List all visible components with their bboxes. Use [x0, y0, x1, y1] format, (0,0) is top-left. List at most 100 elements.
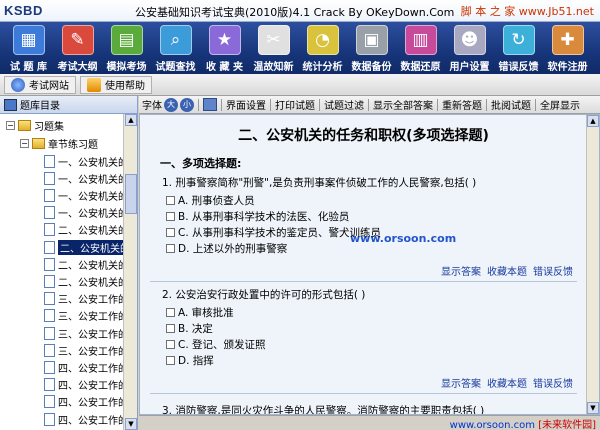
favorite-link[interactable]: 收藏本题 [487, 375, 527, 390]
tree-item-12[interactable]: 三、公安工作的 [44, 341, 128, 359]
tree-item-8[interactable]: 二、公安机关的 [44, 272, 128, 290]
toolbar-button-label: 试 题 库 [10, 62, 47, 73]
option-checkbox[interactable] [166, 228, 175, 237]
tree-item-13[interactable]: 四、公安工作的 [44, 358, 128, 376]
toolbar-button-label: 收 藏 夹 [206, 62, 243, 73]
content-toolbar-button-3[interactable]: 试题过滤 [324, 97, 364, 112]
tree-item-4[interactable]: 一、公安机关的 [44, 204, 128, 222]
toolbar-button-11[interactable]: ↻ 错误反馈 [494, 22, 543, 74]
answer-option[interactable]: C. 从事刑事科学技术的鉴定员、警犬训练员 [166, 225, 381, 240]
toolbar-button-label: 用户设置 [449, 62, 490, 73]
tree-item-9[interactable]: 三、公安工作的 [44, 290, 128, 308]
toolbar-button-5[interactable]: ★ 收 藏 夹 [200, 22, 249, 74]
option-checkbox[interactable] [166, 212, 175, 221]
collapse-icon[interactable]: − [6, 120, 15, 130]
option-checkbox[interactable] [166, 340, 175, 349]
font-label: 字体 [142, 101, 162, 112]
tree-item-1[interactable]: 一、公安机关的 [44, 152, 128, 170]
tree-item-16[interactable]: 四、公安工作的 [44, 410, 128, 428]
folder-icon [18, 119, 31, 131]
tree-item-5[interactable]: 二、公安机关的 [44, 221, 128, 239]
font-smaller-button[interactable]: 小 [180, 97, 194, 112]
collapse-icon[interactable]: − [20, 138, 29, 148]
toolbar-button-7[interactable]: ◔ 统计分析 [298, 22, 347, 74]
tree-item-6[interactable]: 二、公安机关的 [44, 238, 132, 256]
toolbar-button-8[interactable]: ▣ 数据备份 [347, 22, 396, 74]
tree-item-14[interactable]: 四、公安工作的 [44, 376, 128, 394]
scroll-thumb[interactable] [125, 174, 137, 214]
separator [221, 98, 222, 111]
document-icon [44, 257, 55, 271]
tree-item-2[interactable]: 一、公安机关的 [44, 169, 128, 187]
tree-item-label: 三、公安工作的 [58, 329, 128, 341]
toolbar-button-1[interactable]: ▦ 试 题 库 [4, 22, 53, 74]
folder-icon [32, 137, 45, 149]
tree-item-15[interactable]: 四、公安工作的 [44, 393, 128, 411]
answer-option[interactable]: B. 决定 [166, 321, 213, 336]
answer-option[interactable]: D. 指挥 [166, 353, 214, 368]
secondary-bar: 考试网站 使用帮助 [0, 74, 600, 96]
home-icon[interactable] [203, 98, 217, 111]
content-toolbar-button-2[interactable]: 打印试题 [275, 97, 315, 112]
option-checkbox[interactable] [166, 308, 175, 317]
tree-node-chapter[interactable]: − 章节练习题 [20, 134, 98, 152]
toolbar-button-3[interactable]: ▤ 模拟考场 [102, 22, 151, 74]
catalog-icon [4, 98, 17, 111]
report-error-link[interactable]: 错误反馈 [533, 263, 573, 278]
tree-item-label: 四、公安工作的 [58, 381, 128, 393]
tree-node-root[interactable]: − 习题集 [6, 116, 64, 134]
help-button[interactable]: 使用帮助 [80, 75, 152, 94]
option-checkbox[interactable] [166, 196, 175, 205]
font-larger-button[interactable]: 大 [164, 97, 178, 112]
separator [535, 98, 536, 111]
content-toolbar-button-7[interactable]: 全屏显示 [540, 97, 580, 112]
scroll-down-arrow[interactable]: ▼ [125, 418, 137, 430]
tree: − 习题集 − 章节练习题 一、公安机关的 一、公安机关的 一、公安机关的 一、公安机关的 二、… [0, 114, 137, 430]
exam-site-button[interactable]: 考试网站 [4, 75, 76, 94]
tree-item-label: 章节练习题 [48, 139, 98, 151]
separator [368, 98, 369, 111]
content-scroll-down-arrow[interactable]: ▼ [587, 402, 599, 414]
tree-item-label: 一、公安机关的 [58, 209, 128, 221]
show-answer-link[interactable]: 显示答案 [441, 263, 481, 278]
toolbar-button-label: 错误反馈 [498, 62, 539, 73]
scroll-up-arrow[interactable]: ▲ [125, 114, 137, 126]
tree-item-7[interactable]: 二、公安机关的 [44, 255, 128, 273]
option-checkbox[interactable] [166, 324, 175, 333]
toolbar-button-6[interactable]: ✂ 温故知新 [249, 22, 298, 74]
option-checkbox[interactable] [166, 356, 175, 365]
document-icon [44, 412, 55, 426]
answer-option[interactable]: A. 审核批准 [166, 305, 234, 320]
tree-item-11[interactable]: 三、公安工作的 [44, 324, 128, 342]
content-toolbar-button-4[interactable]: 显示全部答案 [373, 97, 433, 112]
favorites-icon: ★ [208, 25, 241, 55]
option-label: B. 从事刑事科学技术的法医、化验员 [178, 211, 350, 223]
tree-item-3[interactable]: 一、公安机关的 [44, 186, 128, 204]
review-icon: ✂ [257, 25, 290, 55]
answer-option[interactable]: D. 上述以外的刑事警察 [166, 241, 287, 256]
window-title: 公安基础知识考试宝典(2010版)4.1 Crack By OKeyDown.C… [135, 6, 455, 19]
document-icon [44, 206, 55, 220]
favorite-link[interactable]: 收藏本题 [487, 263, 527, 278]
answer-option[interactable]: C. 登记、颁发证照 [166, 337, 266, 352]
question-content: 二、公安机关的任务和职权(多项选择题) 一、多项选择题: www.orsoon.… [139, 114, 600, 415]
question-divider [150, 393, 577, 394]
separator [198, 98, 199, 111]
toolbar-button-9[interactable]: ▥ 数据还原 [396, 22, 445, 74]
content-scroll-up-arrow[interactable]: ▲ [587, 115, 599, 127]
tree-scrollbar[interactable]: ▲ ▼ [123, 114, 137, 430]
answer-option[interactable]: B. 从事刑事科学技术的法医、化验员 [166, 209, 349, 224]
content-scrollbar[interactable]: ▲ ▼ [586, 115, 599, 414]
tree-item-10[interactable]: 三、公安工作的 [44, 307, 128, 325]
option-checkbox[interactable] [166, 244, 175, 253]
toolbar-button-10[interactable]: ☻ 用户设置 [445, 22, 494, 74]
toolbar-button-2[interactable]: ✎ 考试大纲 [53, 22, 102, 74]
toolbar-button-4[interactable]: ⌕ 试题查找 [151, 22, 200, 74]
answer-option[interactable]: A. 刑事侦查人员 [166, 193, 255, 208]
toolbar-button-12[interactable]: ✚ 软件注册 [543, 22, 592, 74]
report-error-link[interactable]: 错误反馈 [533, 375, 573, 390]
show-answer-link[interactable]: 显示答案 [441, 375, 481, 390]
content-toolbar-button-5[interactable]: 重新答题 [442, 97, 482, 112]
content-toolbar-button-6[interactable]: 批阅试题 [491, 97, 531, 112]
content-toolbar-button-1[interactable]: 界面设置 [226, 97, 266, 112]
